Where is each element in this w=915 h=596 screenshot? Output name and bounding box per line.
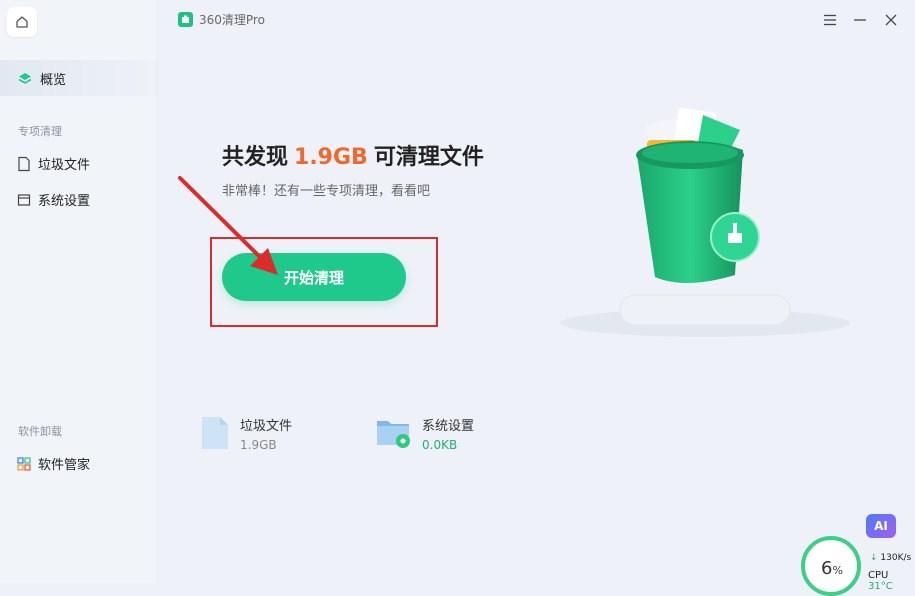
network-speed: ↓ 130K/s — [870, 553, 911, 563]
gauge-unit: % — [832, 564, 843, 577]
home-icon — [16, 16, 28, 28]
minimize-button[interactable] — [852, 12, 868, 28]
sidebar-item-label: 软件管家 — [38, 458, 91, 473]
window-icon — [17, 193, 31, 206]
sidebar-item-overview[interactable]: 概览 — [17, 69, 66, 88]
app-title-text: 360清理Pro — [199, 13, 265, 27]
close-icon — [885, 14, 897, 26]
sidebar-item-system-settings[interactable]: 系统设置 — [17, 190, 90, 209]
app-logo-icon — [178, 12, 193, 27]
stat-junk-files[interactable]: 垃圾文件 1.9GB — [200, 415, 292, 452]
gauge-value: 6 — [821, 558, 833, 579]
folder-gear-icon — [377, 421, 410, 448]
headline-suffix: 可清理文件 — [373, 145, 484, 170]
home-button[interactable] — [7, 7, 37, 37]
sidebar-item-label: 系统设置 — [38, 194, 91, 209]
stat-value: 0.0KB — [422, 438, 458, 452]
headline-amount: 1.9GB — [294, 145, 368, 170]
section-label-uninstall: 软件卸载 — [18, 425, 62, 438]
file-icon — [202, 417, 228, 449]
sidebar-item-junk-files[interactable]: 垃圾文件 — [17, 154, 90, 173]
stat-name: 垃圾文件 — [240, 419, 293, 434]
layers-icon — [18, 72, 32, 84]
stat-value: 1.9GB — [240, 438, 277, 452]
minimize-icon — [854, 19, 866, 21]
scan-result-headline: 共发现 1.9GB 可清理文件 — [222, 139, 484, 171]
sidebar-item-label: 垃圾文件 — [38, 158, 91, 173]
ai-assistant-button[interactable]: AI — [866, 514, 896, 538]
menu-icon — [824, 14, 836, 26]
menu-button[interactable] — [822, 12, 838, 28]
headline-prefix: 共发现 — [222, 145, 289, 170]
stat-name: 系统设置 — [422, 419, 475, 434]
app-title: 360清理Pro — [178, 11, 265, 28]
apps-grid-icon — [17, 456, 31, 471]
sidebar-item-label: 概览 — [40, 73, 67, 88]
network-speed-value: 130K/s — [880, 553, 912, 563]
trash-bin-illustration-icon — [560, 107, 850, 337]
cpu-label: CPU — [868, 570, 889, 581]
gauge-readout: 6% — [821, 558, 843, 579]
document-icon — [18, 156, 30, 171]
stat-system-settings[interactable]: 系统设置 0.0KB — [376, 415, 474, 452]
annotation-arrow-icon — [178, 176, 278, 275]
cpu-temp: CPU 31°C — [868, 570, 915, 592]
section-label-special: 专项清理 — [18, 125, 62, 138]
sidebar-item-software-manager[interactable]: 软件管家 — [17, 454, 90, 473]
close-button[interactable] — [883, 12, 899, 28]
sidebar: 概览 专项清理 垃圾文件 系统设置 软件卸载 软件管家 — [0, 0, 158, 583]
down-arrow-icon: ↓ — [870, 553, 878, 563]
